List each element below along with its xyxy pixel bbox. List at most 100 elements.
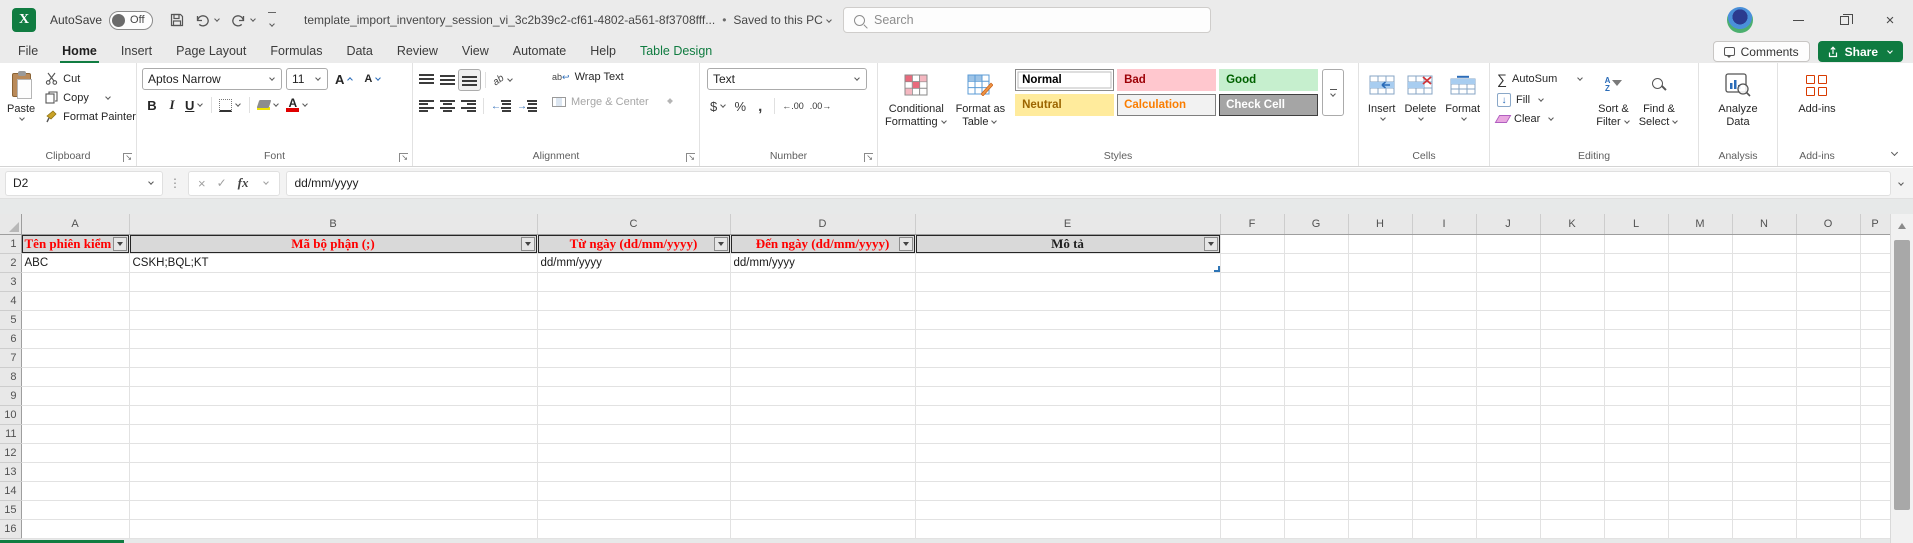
cell-N2[interactable] xyxy=(1732,253,1796,272)
cell-N10[interactable] xyxy=(1732,405,1796,424)
excel-logo-icon[interactable]: X xyxy=(12,8,36,32)
cell-B1[interactable]: Mã bộ phận (;) xyxy=(129,234,537,253)
tab-table-design[interactable]: Table Design xyxy=(628,41,724,63)
cell-P1[interactable] xyxy=(1860,234,1890,253)
cell-L7[interactable] xyxy=(1604,348,1668,367)
cell-O14[interactable] xyxy=(1796,481,1860,500)
cell-K15[interactable] xyxy=(1540,500,1604,519)
cell-P4[interactable] xyxy=(1860,291,1890,310)
cell-G6[interactable] xyxy=(1284,329,1348,348)
column-header-I[interactable]: I xyxy=(1412,214,1476,234)
cell-style-normal[interactable]: Normal xyxy=(1015,69,1114,91)
column-header-A[interactable]: A xyxy=(21,214,129,234)
cell-E11[interactable] xyxy=(915,424,1220,443)
cell-L13[interactable] xyxy=(1604,462,1668,481)
cell-A15[interactable] xyxy=(21,500,129,519)
cell-J1[interactable] xyxy=(1476,234,1540,253)
number-launcher-icon[interactable]: ↘ xyxy=(864,153,873,162)
cell-F3[interactable] xyxy=(1220,272,1284,291)
cell-G3[interactable] xyxy=(1284,272,1348,291)
cell-J16[interactable] xyxy=(1476,519,1540,538)
cell-P9[interactable] xyxy=(1860,386,1890,405)
cell-I9[interactable] xyxy=(1412,386,1476,405)
close-button[interactable]: × xyxy=(1867,0,1913,40)
cell-J12[interactable] xyxy=(1476,443,1540,462)
cell-I4[interactable] xyxy=(1412,291,1476,310)
cell-H4[interactable] xyxy=(1348,291,1412,310)
cell-H9[interactable] xyxy=(1348,386,1412,405)
autosave-toggle[interactable]: Off xyxy=(109,11,153,30)
cell-A8[interactable] xyxy=(21,367,129,386)
cell-G11[interactable] xyxy=(1284,424,1348,443)
cell-H12[interactable] xyxy=(1348,443,1412,462)
cell-O15[interactable] xyxy=(1796,500,1860,519)
cell-style-check-cell[interactable]: Check Cell xyxy=(1219,94,1318,116)
cell-K2[interactable] xyxy=(1540,253,1604,272)
cell-O11[interactable] xyxy=(1796,424,1860,443)
copy-button[interactable]: Copy xyxy=(41,88,140,107)
cell-G5[interactable] xyxy=(1284,310,1348,329)
cell-F15[interactable] xyxy=(1220,500,1284,519)
cell-P6[interactable] xyxy=(1860,329,1890,348)
cell-I2[interactable] xyxy=(1412,253,1476,272)
cell-F16[interactable] xyxy=(1220,519,1284,538)
cell-H13[interactable] xyxy=(1348,462,1412,481)
cell-A3[interactable] xyxy=(21,272,129,291)
underline-button[interactable]: U xyxy=(182,94,207,116)
cell-A2[interactable]: ABC xyxy=(21,253,129,272)
cell-B13[interactable] xyxy=(129,462,537,481)
cell-P12[interactable] xyxy=(1860,443,1890,462)
cell-M5[interactable] xyxy=(1668,310,1732,329)
row-header-3[interactable]: 3 xyxy=(0,272,21,291)
cell-K12[interactable] xyxy=(1540,443,1604,462)
borders-button[interactable] xyxy=(216,94,245,116)
filter-button-B[interactable] xyxy=(521,237,535,251)
cell-L8[interactable] xyxy=(1604,367,1668,386)
cell-C11[interactable] xyxy=(537,424,730,443)
cell-K14[interactable] xyxy=(1540,481,1604,500)
cell-H1[interactable] xyxy=(1348,234,1412,253)
cell-L11[interactable] xyxy=(1604,424,1668,443)
cell-N11[interactable] xyxy=(1732,424,1796,443)
cell-E14[interactable] xyxy=(915,481,1220,500)
cell-L16[interactable] xyxy=(1604,519,1668,538)
cell-J7[interactable] xyxy=(1476,348,1540,367)
cell-G8[interactable] xyxy=(1284,367,1348,386)
cell-A13[interactable] xyxy=(21,462,129,481)
cell-C15[interactable] xyxy=(537,500,730,519)
cell-K8[interactable] xyxy=(1540,367,1604,386)
cell-F8[interactable] xyxy=(1220,367,1284,386)
cell-D16[interactable] xyxy=(730,519,915,538)
cell-D3[interactable] xyxy=(730,272,915,291)
autosave-control[interactable]: AutoSave Off xyxy=(50,11,153,30)
minimize-button[interactable] xyxy=(1775,0,1821,40)
cell-P8[interactable] xyxy=(1860,367,1890,386)
cell-K7[interactable] xyxy=(1540,348,1604,367)
row-header-5[interactable]: 5 xyxy=(0,310,21,329)
cell-G1[interactable] xyxy=(1284,234,1348,253)
cell-N14[interactable] xyxy=(1732,481,1796,500)
scrollbar-thumb[interactable] xyxy=(1894,240,1910,510)
share-button[interactable]: Share xyxy=(1818,41,1903,62)
cell-M14[interactable] xyxy=(1668,481,1732,500)
cell-D2[interactable]: dd/mm/yyyy xyxy=(730,253,915,272)
find-select-button[interactable]: Find & Select xyxy=(1635,67,1684,149)
restore-button[interactable] xyxy=(1821,0,1867,40)
cell-O2[interactable] xyxy=(1796,253,1860,272)
cell-G4[interactable] xyxy=(1284,291,1348,310)
cell-J13[interactable] xyxy=(1476,462,1540,481)
cell-H14[interactable] xyxy=(1348,481,1412,500)
column-header-E[interactable]: E xyxy=(915,214,1220,234)
cell-D12[interactable] xyxy=(730,443,915,462)
alignment-launcher-icon[interactable]: ↘ xyxy=(686,153,695,162)
paste-button[interactable]: Paste xyxy=(3,67,39,149)
cell-G12[interactable] xyxy=(1284,443,1348,462)
row-header-4[interactable]: 4 xyxy=(0,291,21,310)
addins-button[interactable]: Add-ins xyxy=(1794,67,1839,149)
cell-E4[interactable] xyxy=(915,291,1220,310)
cell-I6[interactable] xyxy=(1412,329,1476,348)
cell-N3[interactable] xyxy=(1732,272,1796,291)
expand-formula-bar-button[interactable] xyxy=(1895,176,1905,190)
cell-L14[interactable] xyxy=(1604,481,1668,500)
cell-J2[interactable] xyxy=(1476,253,1540,272)
